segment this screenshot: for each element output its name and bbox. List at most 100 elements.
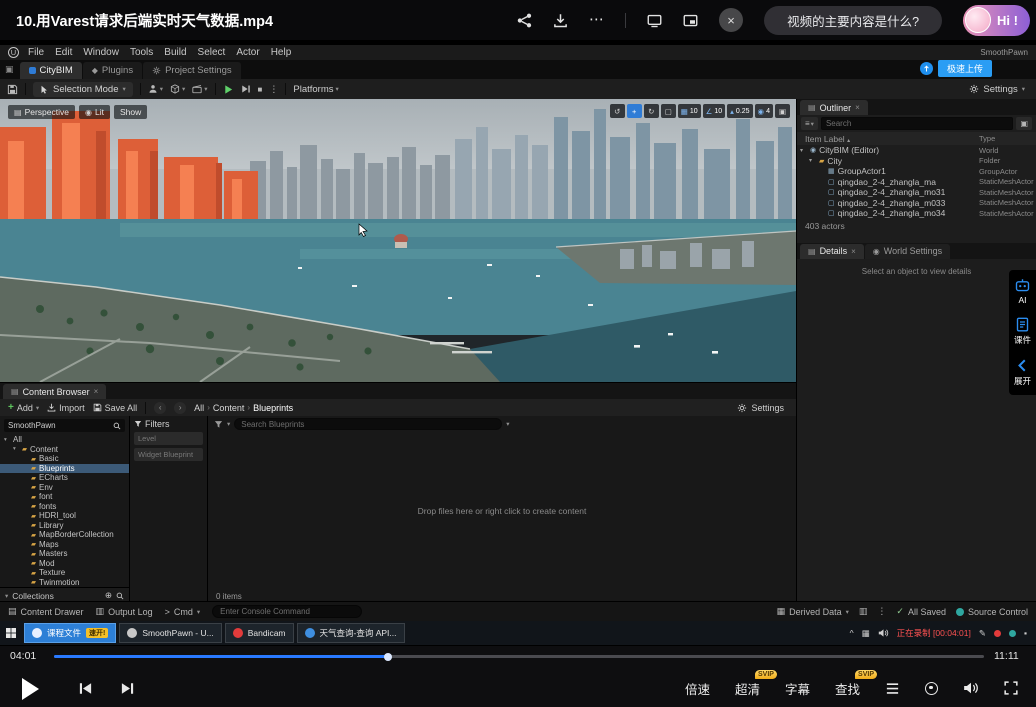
tab-project-settings[interactable]: Project Settings [143, 62, 241, 79]
search-icon[interactable] [116, 592, 124, 600]
close-icon[interactable]: × [94, 387, 99, 396]
tab-citybim[interactable]: CityBIM [20, 62, 82, 79]
tray-misc-icon[interactable]: ▪ [1024, 628, 1027, 638]
maximize-viewport-button[interactable]: ▣ [775, 104, 790, 118]
tray-volume-icon[interactable] [878, 628, 889, 638]
lit-dropdown[interactable]: ◉Lit [79, 105, 110, 119]
frame-skip-button[interactable] [241, 84, 251, 94]
asset-search-input[interactable] [234, 418, 502, 430]
content-tree-item[interactable]: ▰ECharts [0, 473, 129, 483]
progress-bar[interactable] [54, 655, 984, 658]
transform-cycle-button[interactable]: ↺ [610, 104, 625, 118]
fullscreen-icon[interactable] [1004, 681, 1018, 695]
record-dot-icon[interactable] [994, 630, 1001, 637]
play-button[interactable] [22, 678, 39, 700]
cast-icon[interactable] [647, 13, 662, 28]
quality-button[interactable]: 超清SVIP [735, 679, 760, 698]
menu-item-file[interactable]: File [28, 47, 44, 58]
tray-app-icon[interactable]: ▦ [862, 628, 870, 639]
content-tree-item[interactable]: ▾All [0, 435, 129, 445]
side-panel-item[interactable]: 展开 [1014, 358, 1031, 387]
more-icon[interactable]: ⋮ [877, 606, 886, 617]
add-actor-button[interactable]: ▾ [148, 84, 163, 94]
content-tree-item[interactable]: ▰fonts [0, 502, 129, 512]
content-tree-item[interactable]: ▰Blueprints [0, 464, 129, 474]
tray-expand-icon[interactable]: ^ [850, 628, 854, 638]
grid-snap-button[interactable]: ▦10 [678, 104, 701, 118]
outliner-row[interactable]: ▾◉CityBIM (Editor)World [797, 145, 1036, 156]
derived-data-button[interactable]: ▦Derived Data▾ [777, 606, 849, 617]
angle-snap-button[interactable]: ∠10 [703, 104, 726, 118]
all-saved-status[interactable]: ✓All Saved [896, 606, 946, 617]
next-video-button[interactable] [120, 681, 135, 696]
outliner-filter-button[interactable]: ≡▾ [801, 117, 818, 130]
stop-button[interactable]: ■ [258, 85, 263, 94]
more-options-icon[interactable]: ⋯ [589, 15, 604, 25]
perspective-dropdown[interactable]: ▤Perspective [8, 105, 75, 119]
toolbar-settings-dropdown[interactable]: Settings ▾ [969, 84, 1025, 95]
source-control-button[interactable]: Source Control [956, 607, 1028, 617]
filter-pill[interactable]: Level [134, 432, 203, 445]
playlist-icon[interactable] [885, 681, 900, 696]
pip-icon[interactable] [683, 13, 698, 28]
outliner-search-input[interactable] [821, 117, 1014, 130]
add-button[interactable]: +Add▾ [8, 402, 39, 413]
import-button[interactable]: Import [47, 403, 85, 413]
tab-content-browser[interactable]: ▤ Content Browser × [3, 384, 106, 399]
menu-item-help[interactable]: Help [271, 47, 292, 58]
content-tree-item[interactable]: ▰Library [0, 521, 129, 531]
progress-thumb[interactable] [384, 653, 392, 661]
scale-snap-button[interactable]: ▴0.25 [727, 104, 752, 118]
upload-circle-icon[interactable] [920, 62, 933, 75]
start-button[interactable] [5, 627, 17, 639]
content-tree-item[interactable]: ▰Env [0, 483, 129, 493]
drop-zone[interactable]: Drop files here or right click to create… [208, 432, 796, 589]
content-tree-item[interactable]: ▰Masters [0, 549, 129, 559]
content-tree-item[interactable]: ▰Texture [0, 568, 129, 578]
close-icon[interactable]: × [855, 103, 860, 112]
menu-item-edit[interactable]: Edit [55, 47, 72, 58]
cinematics-button[interactable]: ▾ [192, 84, 207, 94]
outliner-row[interactable]: ▢qingdao_2-4_zhangla_mo31StaticMeshActor [797, 187, 1036, 198]
column-type[interactable]: Type [979, 134, 1036, 143]
breadcrumb-item[interactable]: All [194, 403, 204, 413]
save-all-button[interactable]: Save All [93, 403, 138, 413]
funnel-icon[interactable] [214, 420, 223, 429]
content-tree-item[interactable]: ▰Maps [0, 540, 129, 550]
content-tree-item[interactable]: ▰Twinmotion [0, 578, 129, 588]
content-tree-item[interactable]: ▰font [0, 492, 129, 502]
tab-outliner[interactable]: ▤ Outliner × [800, 100, 868, 115]
taskbar-app[interactable]: SmoothPawn - U... [119, 623, 221, 643]
level-viewport[interactable]: ▤Perspective ◉Lit Show ↺ + ↻ ▢ ▦10 ∠10 ▴… [0, 99, 796, 382]
tab-details[interactable]: ▤ Details × [800, 244, 864, 259]
menu-item-build[interactable]: Build [164, 47, 186, 58]
tray-green-icon[interactable] [1009, 630, 1016, 637]
menu-item-select[interactable]: Select [198, 47, 226, 58]
quick-add-button[interactable]: ▾ [170, 84, 185, 94]
taskbar-app[interactable]: 课程文件速开! [24, 623, 116, 643]
previous-video-button[interactable] [78, 681, 93, 696]
close-button[interactable]: × [719, 8, 743, 32]
rotate-tool-button[interactable]: ↻ [644, 104, 659, 118]
move-tool-button[interactable]: + [627, 104, 642, 118]
outliner-row[interactable]: ▾▰CityFolder [797, 156, 1036, 167]
content-tree-item[interactable]: ▰MapBorderCollection [0, 530, 129, 540]
content-tree-item[interactable]: ▰Basic [0, 454, 129, 464]
content-tree-item[interactable]: ▾▰Content [0, 445, 129, 455]
side-panel-item[interactable]: 课件 [1014, 317, 1031, 346]
filters-header[interactable]: Filters [134, 419, 203, 429]
breadcrumb-item[interactable]: Content [213, 403, 245, 413]
save-icon[interactable] [7, 84, 18, 95]
breadcrumb-item[interactable]: Blueprints [253, 403, 293, 413]
play-button[interactable] [223, 84, 234, 95]
content-tree-item[interactable]: ▰HDRI_tool [0, 511, 129, 521]
speed-button[interactable]: 倍速 [685, 679, 710, 698]
outliner-row[interactable]: ▢qingdao_2-4_zhangla_m033StaticMeshActor [797, 198, 1036, 209]
add-collection-icon[interactable]: ⊕ [105, 590, 112, 601]
nav-back-button[interactable]: ‹ [154, 402, 166, 414]
nav-forward-button[interactable]: › [174, 402, 186, 414]
download-icon[interactable] [553, 13, 568, 28]
outliner-row[interactable]: ▦GroupActor1GroupActor [797, 166, 1036, 177]
ai-search[interactable]: 视频的主要内容是什么? [764, 6, 942, 35]
side-panel-item[interactable]: AI [1015, 278, 1030, 305]
